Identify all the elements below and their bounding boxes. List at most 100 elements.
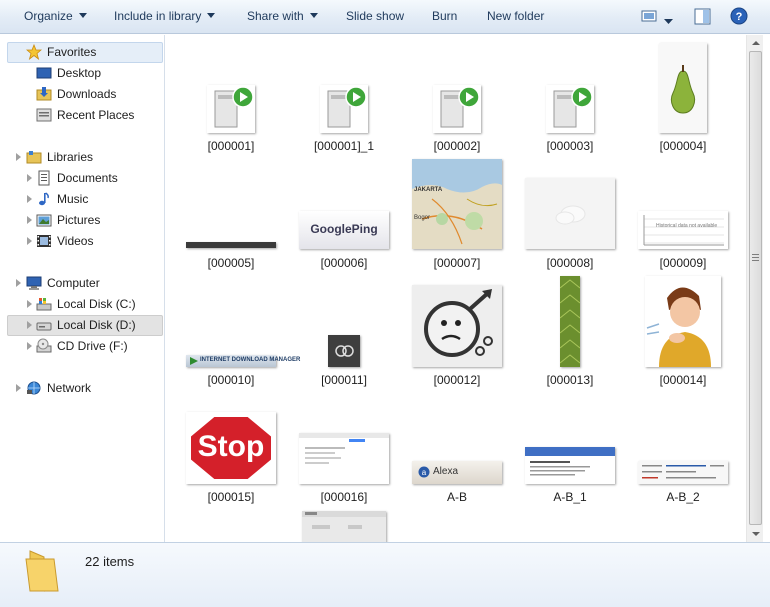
include-in-library-button[interactable]: Include in library xyxy=(114,9,216,23)
nav-libraries-label: Libraries xyxy=(47,150,94,164)
file-label: [000012] xyxy=(433,373,481,387)
file-thumb-text-table[interactable] xyxy=(638,461,728,484)
nav-recent-places-label: Recent Places xyxy=(57,108,135,122)
file-thumb-webpage[interactable] xyxy=(299,433,389,484)
pictures-icon xyxy=(36,212,52,228)
file-thumb-cc-logo[interactable] xyxy=(328,335,360,367)
file-label: [000007] xyxy=(433,256,481,270)
file-label: [000010] xyxy=(207,373,255,387)
scroll-up-arrow-icon[interactable] xyxy=(752,41,760,45)
file-label: A-B_2 xyxy=(666,490,700,504)
help-icon[interactable]: ? xyxy=(730,7,748,28)
svg-text:?: ? xyxy=(736,11,743,23)
chevron-down-icon xyxy=(78,13,87,18)
alexa-logo-icon: a xyxy=(418,466,430,478)
nav-documents-label: Documents xyxy=(57,171,118,185)
drive-icon xyxy=(36,317,52,333)
expand-local-disk-d-icon[interactable] xyxy=(27,321,32,329)
map-label-jakarta: JAKARTA xyxy=(414,187,443,193)
include-in-library-label: Include in library xyxy=(114,9,202,23)
chevron-down-icon xyxy=(309,13,318,18)
nav-cd-drive-f-label: CD Drive (F:) xyxy=(57,339,128,353)
item-count: 22 items xyxy=(85,554,135,569)
music-note-icon xyxy=(36,191,52,207)
scroll-down-arrow-icon[interactable] xyxy=(752,532,760,536)
svg-text:a: a xyxy=(422,468,427,477)
view-options-chevron-icon[interactable] xyxy=(664,14,674,28)
slide-show-button[interactable]: Slide show xyxy=(346,9,404,23)
expand-videos-icon[interactable] xyxy=(27,237,32,245)
file-thumb-cloud[interactable] xyxy=(525,178,615,249)
alexa-logo-text: Alexa xyxy=(433,466,459,477)
new-folder-button[interactable]: New folder xyxy=(487,9,544,23)
nav-local-disk-d-label: Local Disk (D:) xyxy=(57,318,136,332)
scrollbar-thumb[interactable] xyxy=(749,51,762,525)
file-label: A-B xyxy=(446,490,467,504)
file-thumb-video[interactable] xyxy=(546,85,594,133)
file-thumb-green-strip[interactable] xyxy=(559,276,581,367)
recent-places-icon xyxy=(36,107,52,123)
file-thumb-alexa[interactable]: a Alexa xyxy=(412,461,502,484)
nav-pictures-label: Pictures xyxy=(57,213,101,227)
expand-network-icon[interactable] xyxy=(16,384,21,392)
expand-documents-icon[interactable] xyxy=(27,174,32,182)
file-thumb-scissors-face[interactable] xyxy=(412,285,502,367)
file-thumb-googleping[interactable]: GooglePing xyxy=(299,211,389,249)
expand-local-disk-c-icon[interactable] xyxy=(27,300,32,308)
desktop-icon xyxy=(36,65,52,81)
idm-arrow-icon xyxy=(190,357,198,365)
file-thumb-map[interactable]: JAKARTA Bogor xyxy=(412,159,502,249)
idm-banner-text: INTERNET DOWNLOAD MANAGER xyxy=(200,357,301,363)
folder-icon xyxy=(24,547,62,596)
command-bar: Organize Include in library Share with S… xyxy=(0,0,770,34)
file-view: [000001] [000001]_1 [000002] [000003] [0… xyxy=(166,35,746,542)
file-thumb-pear[interactable] xyxy=(659,43,707,133)
scroll-grip-line xyxy=(752,254,759,255)
map-label-bogor: Bogor xyxy=(414,215,431,221)
file-thumb-blogger[interactable] xyxy=(302,511,386,542)
file-label: [000004] xyxy=(659,139,707,153)
star-icon xyxy=(25,43,43,61)
vertical-scrollbar[interactable] xyxy=(746,35,763,542)
file-label: [000009] xyxy=(659,256,707,270)
nav-downloads-label: Downloads xyxy=(57,87,117,101)
file-label: A-B_1 xyxy=(553,490,587,504)
expand-music-icon[interactable] xyxy=(27,195,32,203)
share-with-button[interactable]: Share with xyxy=(247,9,318,23)
expand-cd-drive-icon[interactable] xyxy=(27,342,32,350)
file-thumb-video[interactable] xyxy=(433,85,481,133)
navigation-pane: Favorites Desktop Downloads Recent Place… xyxy=(0,35,165,542)
file-thumb-stop-sign[interactable]: Stop xyxy=(186,412,276,484)
documents-icon xyxy=(36,170,52,186)
change-view-icon[interactable] xyxy=(641,8,657,27)
organize-label: Organize xyxy=(24,9,73,23)
expand-computer-icon[interactable] xyxy=(16,279,21,287)
file-label: [000011] xyxy=(321,373,367,387)
downloads-folder-icon xyxy=(36,86,52,102)
nav-network-label: Network xyxy=(47,381,92,395)
preview-pane-icon[interactable] xyxy=(694,8,711,28)
file-thumb-chart[interactable]: Historical data not available xyxy=(638,211,728,249)
googleping-logo-text: GooglePing xyxy=(310,222,378,236)
file-label: [000013] xyxy=(546,373,594,387)
file-thumb-banner-blue[interactable] xyxy=(525,447,615,484)
chart-thumb-message: Historical data not available xyxy=(656,223,718,229)
burn-button[interactable]: Burn xyxy=(432,9,457,23)
cd-drive-icon xyxy=(36,338,52,354)
details-pane: 22 items xyxy=(0,542,770,607)
file-thumb-sick-person[interactable] xyxy=(645,276,721,367)
file-thumb-video[interactable] xyxy=(207,85,255,133)
file-thumb-idm[interactable]: INTERNET DOWNLOAD MANAGER xyxy=(186,355,300,367)
chevron-down-icon xyxy=(207,13,216,18)
expand-pictures-icon[interactable] xyxy=(27,216,32,224)
system-drive-icon xyxy=(36,296,52,312)
file-label: [000001]_1 xyxy=(313,139,375,153)
expand-libraries-icon[interactable] xyxy=(16,153,21,161)
organize-button[interactable]: Organize xyxy=(24,9,87,23)
libraries-icon xyxy=(26,149,42,165)
file-label: [000006] xyxy=(320,256,368,270)
file-thumb-strip[interactable] xyxy=(186,242,276,248)
network-icon xyxy=(26,380,42,396)
nav-desktop-label: Desktop xyxy=(57,66,102,80)
file-thumb-video[interactable] xyxy=(320,85,368,133)
